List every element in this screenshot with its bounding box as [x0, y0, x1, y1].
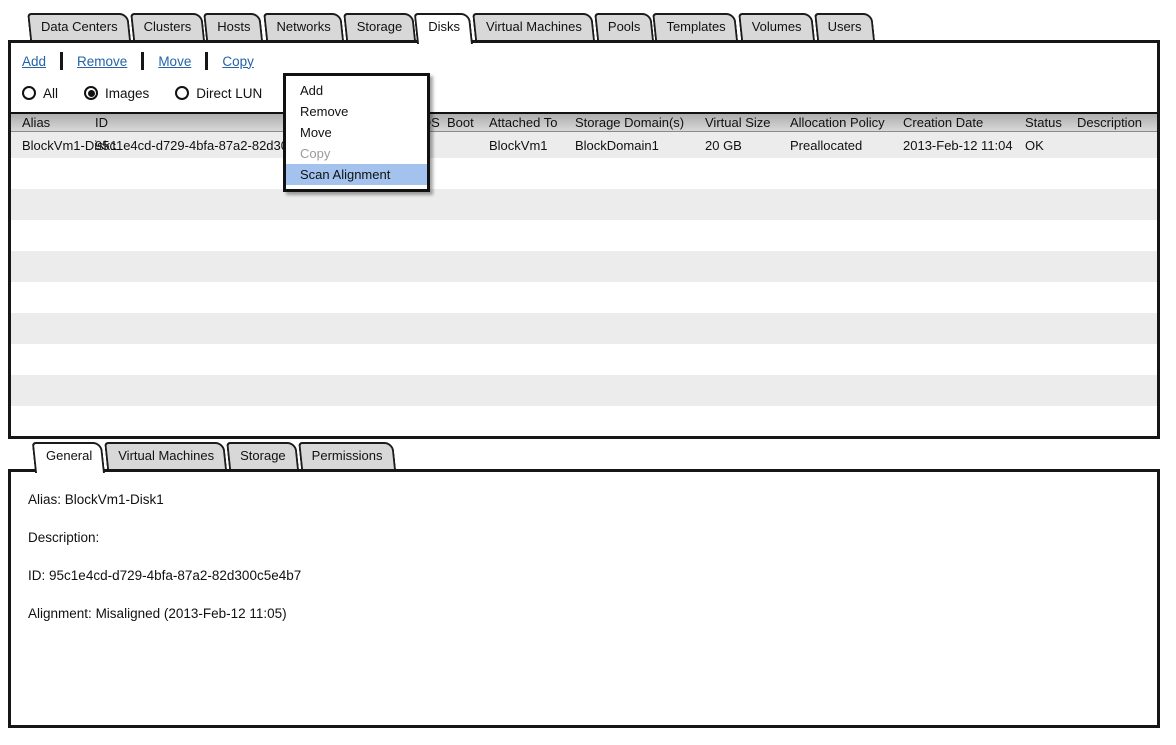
tab-label: Clusters [144, 19, 192, 34]
column-header-status[interactable]: Status [1025, 114, 1062, 131]
disks-grid-header: Alias ID OS Boot Attached To Storage Dom… [11, 112, 1157, 132]
detail-tab-virtual-machines[interactable]: Virtual Machines [107, 442, 227, 469]
radio-label: Images [105, 86, 149, 101]
tab-clusters[interactable]: Clusters [133, 13, 205, 40]
detail-alias: Alias: BlockVm1-Disk1 [28, 492, 164, 507]
disks-management-screen: Data Centers Clusters Hosts Networks Sto… [0, 0, 1176, 745]
add-button[interactable]: Add [22, 54, 46, 69]
cell-allocation-policy: Preallocated [790, 132, 862, 158]
toolbar-separator [141, 52, 144, 70]
cell-status: OK [1025, 132, 1044, 158]
column-header-allocation-policy[interactable]: Allocation Policy [790, 114, 885, 131]
tab-label: Networks [277, 19, 331, 34]
radio-option-all[interactable]: All [22, 86, 58, 101]
radio-option-direct-lun[interactable]: Direct LUN [175, 86, 262, 101]
context-menu-item-copy: Copy [286, 143, 427, 164]
context-menu-item-scan-alignment[interactable]: Scan Alignment [286, 164, 427, 185]
detail-id-label: ID: [28, 568, 45, 583]
general-detail-panel: Alias: BlockVm1-Disk1 Description: ID: 9… [8, 469, 1160, 728]
tab-volumes[interactable]: Volumes [741, 13, 815, 40]
radio-option-images[interactable]: Images [84, 86, 149, 101]
detail-description-label: Description: [28, 530, 99, 545]
cell-creation-date: 2013-Feb-12 11:04 [903, 132, 1013, 158]
tab-data-centers[interactable]: Data Centers [30, 13, 131, 40]
detail-alignment-value: Misaligned (2013-Feb-12 11:05) [96, 606, 287, 621]
column-header-description[interactable]: Description [1077, 114, 1142, 131]
context-menu-item-move[interactable]: Move [286, 122, 427, 143]
column-header-boot[interactable]: Boot [447, 114, 474, 131]
column-header-creation-date[interactable]: Creation Date [903, 114, 983, 131]
context-menu-item-add[interactable]: Add [286, 80, 427, 101]
tab-label: Volumes [752, 19, 802, 34]
tab-label: Pools [608, 19, 641, 34]
detail-tab-bar: General Virtual Machines Storage Permiss… [35, 442, 397, 469]
cell-storage-domains: BlockDomain1 [575, 132, 659, 158]
disks-main-panel: Add Remove Move Copy All Images Direct L… [8, 40, 1160, 439]
tab-label: Hosts [217, 19, 250, 34]
tab-virtual-machines[interactable]: Virtual Machines [475, 13, 595, 40]
disk-context-menu: Add Remove Move Copy Scan Alignment [283, 73, 430, 192]
tab-users[interactable]: Users [817, 13, 875, 40]
toolbar-separator [205, 52, 208, 70]
detail-description: Description: [28, 530, 99, 545]
tab-label: Data Centers [41, 19, 118, 34]
tab-label: Storage [240, 448, 286, 463]
column-header-attached-to[interactable]: Attached To [489, 114, 557, 131]
column-header-virtual-size[interactable]: Virtual Size [705, 114, 771, 131]
tab-label: Disks [428, 19, 460, 34]
tab-label: Permissions [312, 448, 383, 463]
tab-disks[interactable]: Disks [417, 13, 473, 40]
empty-grid-rows [11, 158, 1157, 436]
detail-id-value: 95c1e4cd-d729-4bfa-87a2-82d300c5e4b7 [49, 568, 301, 583]
detail-tab-permissions[interactable]: Permissions [301, 442, 396, 469]
remove-button[interactable]: Remove [77, 54, 127, 69]
column-header-alias[interactable]: Alias [22, 114, 50, 131]
move-button[interactable]: Move [158, 54, 191, 69]
detail-tab-general[interactable]: General [35, 442, 105, 469]
disks-toolbar: Add Remove Move Copy [22, 50, 254, 72]
tab-label: General [46, 448, 92, 463]
detail-alias-value: BlockVm1-Disk1 [65, 492, 164, 507]
tab-label: Templates [666, 19, 725, 34]
detail-alias-label: Alias: [28, 492, 61, 507]
detail-tab-storage[interactable]: Storage [229, 442, 299, 469]
cell-virtual-size: 20 GB [705, 132, 742, 158]
detail-alignment-label: Alignment: [28, 606, 92, 621]
column-header-storage-domains[interactable]: Storage Domain(s) [575, 114, 684, 131]
tab-label: Users [828, 19, 862, 34]
tab-pools[interactable]: Pools [597, 13, 654, 40]
table-row[interactable]: BlockVm1-Disk1 95c1e4cd-d729-4bfa-87a2-8… [11, 132, 1157, 158]
radio-unselected-icon[interactable] [22, 86, 36, 100]
detail-alignment: Alignment: Misaligned (2013-Feb-12 11:05… [28, 606, 287, 621]
radio-unselected-icon[interactable] [175, 86, 189, 100]
copy-button[interactable]: Copy [222, 54, 254, 69]
tab-networks[interactable]: Networks [266, 13, 344, 40]
radio-selected-icon[interactable] [84, 86, 98, 100]
column-header-id[interactable]: ID [95, 114, 108, 131]
tab-label: Storage [357, 19, 403, 34]
tab-storage[interactable]: Storage [346, 13, 416, 40]
tab-hosts[interactable]: Hosts [206, 13, 263, 40]
radio-label: All [43, 86, 58, 101]
tab-label: Virtual Machines [118, 448, 214, 463]
context-menu-item-remove[interactable]: Remove [286, 101, 427, 122]
tab-templates[interactable]: Templates [655, 13, 738, 40]
cell-attached-to: BlockVm1 [489, 132, 548, 158]
detail-id: ID: 95c1e4cd-d729-4bfa-87a2-82d300c5e4b7 [28, 568, 301, 583]
radio-label: Direct LUN [196, 86, 262, 101]
disk-type-filter: All Images Direct LUN [22, 83, 262, 103]
toolbar-separator [60, 52, 63, 70]
main-tab-bar: Data Centers Clusters Hosts Networks Sto… [30, 13, 877, 40]
tab-label: Virtual Machines [486, 19, 582, 34]
